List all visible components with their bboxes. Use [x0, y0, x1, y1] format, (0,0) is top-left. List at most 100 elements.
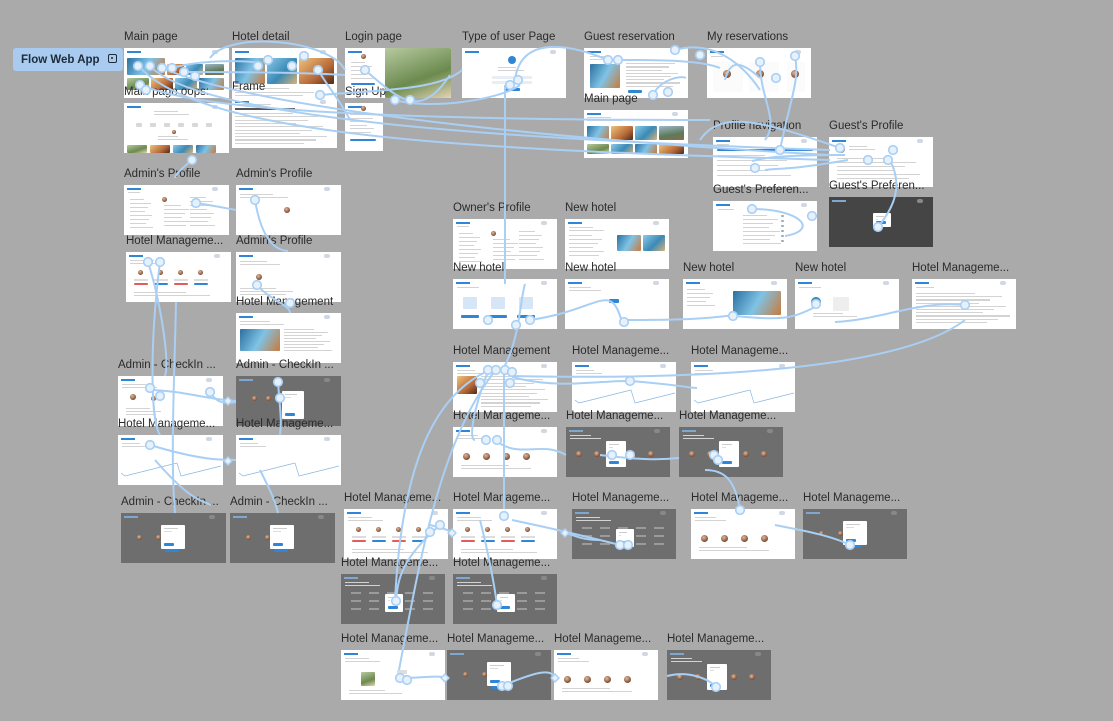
- text-line: [130, 199, 145, 201]
- header-avatar: [324, 187, 330, 191]
- app-logo: [456, 430, 470, 432]
- frame-content: [236, 252, 341, 302]
- type-icon: [519, 297, 533, 309]
- frame-label: Admin - CheckIn ...: [121, 496, 219, 508]
- screen-frame[interactable]: Guest reservation: [584, 31, 688, 98]
- select-button: [517, 315, 535, 318]
- avatar: [701, 535, 708, 542]
- header-avatar: [320, 100, 326, 104]
- screen-frame[interactable]: Guest's Preferen...: [713, 184, 817, 251]
- hotspot-node[interactable]: [186, 154, 198, 166]
- text-line: [590, 59, 617, 61]
- screen-frame[interactable]: Hotel Management: [453, 345, 557, 412]
- screen-frame[interactable]: Frame: [232, 81, 337, 148]
- screen-frame[interactable]: Admin - CheckIn ...: [230, 496, 335, 563]
- header-avatar: [550, 50, 556, 54]
- screen-frame[interactable]: Hotel Manageme...: [453, 557, 557, 624]
- text-line: [916, 309, 995, 311]
- screen-frame[interactable]: Guest's Preferen...: [829, 180, 933, 247]
- text-line: [190, 197, 206, 199]
- text-line: [743, 219, 779, 221]
- card-tag: [134, 283, 148, 285]
- avatar: [749, 674, 755, 680]
- flow-starting-point[interactable]: Flow Web App: [13, 48, 123, 71]
- text-line: [457, 517, 481, 519]
- text-line: [837, 162, 917, 164]
- frame-content: [232, 98, 337, 148]
- screen-frame[interactable]: Main page: [584, 93, 688, 158]
- screen-frame[interactable]: Main page oops:: [124, 86, 229, 153]
- text-line: [493, 247, 515, 249]
- text-line: [695, 517, 716, 519]
- screen-frame[interactable]: Hotel Manageme...: [667, 633, 771, 700]
- avatar: [356, 527, 361, 532]
- screen-frame[interactable]: Admin's Profile: [236, 168, 341, 235]
- app-logo: [347, 512, 361, 514]
- screen-frame[interactable]: Hotel Manageme...: [691, 345, 795, 412]
- screen-frame[interactable]: Hotel Manageme...: [453, 492, 557, 559]
- screen-frame[interactable]: New hotel: [453, 262, 557, 329]
- continue-button: [506, 88, 520, 91]
- globe-icon: [811, 297, 821, 307]
- avatar: [503, 453, 510, 460]
- screen-frame[interactable]: Hotel Manageme...: [554, 633, 658, 700]
- text-line: [457, 435, 478, 437]
- toggle: [781, 220, 784, 222]
- text-line: [348, 520, 384, 522]
- app-logo: [670, 653, 684, 655]
- text-line: [916, 302, 979, 304]
- modal-text: [876, 219, 878, 221]
- app-logo: [235, 101, 249, 103]
- screen-frame[interactable]: Hotel Manageme...: [912, 262, 1016, 329]
- screen-frame[interactable]: Admin's Profile: [236, 235, 341, 302]
- screen-frame[interactable]: Hotel Manageme...: [803, 492, 907, 559]
- text-line: [284, 341, 330, 343]
- screen-frame[interactable]: Hotel Manageme...: [447, 633, 551, 700]
- frame-label: Main page: [124, 31, 178, 43]
- text-line: [164, 221, 190, 223]
- screen-frame[interactable]: Hotel Manageme...: [344, 492, 448, 559]
- frame-label: New hotel: [565, 262, 617, 274]
- screen-frame[interactable]: My reservations: [707, 31, 811, 98]
- modal-button: [273, 543, 283, 546]
- text-line: [130, 207, 149, 209]
- screen-frame[interactable]: Type of user Page: [462, 31, 566, 98]
- grid-cell: [481, 608, 491, 610]
- text-line: [717, 144, 729, 146]
- app-logo: [233, 516, 247, 518]
- hotel-photo: [127, 58, 165, 75]
- screen-frame[interactable]: Profile navigation: [713, 120, 817, 187]
- screen-frame[interactable]: Hotel Manageme...: [236, 418, 341, 485]
- screen-frame[interactable]: Hotel Manageme...: [341, 557, 445, 624]
- text-line: [576, 373, 603, 375]
- text-line: [349, 693, 402, 695]
- header-avatar: [672, 112, 678, 116]
- header-avatar: [214, 254, 220, 258]
- screen-frame[interactable]: New hotel: [683, 262, 787, 329]
- screen-frame[interactable]: Hotel Manageme...: [118, 418, 223, 485]
- screen-frame[interactable]: New hotel: [795, 262, 899, 329]
- screen-frame[interactable]: Hotel Manageme...: [341, 633, 445, 700]
- modal-dialog: [719, 441, 739, 467]
- screen-frame[interactable]: Hotel Manageme...: [572, 345, 676, 412]
- screen-frame[interactable]: Admin - CheckIn ...: [121, 496, 226, 563]
- screen-frame[interactable]: Admin's Profile: [124, 168, 229, 235]
- text-line: [743, 239, 771, 241]
- hotspot-node[interactable]: [694, 49, 706, 61]
- screen-frame[interactable]: Hotel Manageme...: [679, 410, 783, 477]
- frame-content: [453, 362, 557, 412]
- screen-frame[interactable]: Hotel Manageme...: [453, 410, 557, 477]
- screen-frame[interactable]: Hotel Management: [236, 296, 341, 363]
- screen-frame[interactable]: Hotel Manageme...: [691, 492, 795, 559]
- text-line: [687, 297, 710, 299]
- text-line: [190, 209, 207, 211]
- screen-frame[interactable]: New hotel: [565, 262, 669, 329]
- text-line: [569, 227, 593, 229]
- app-logo: [575, 365, 589, 367]
- text-line: [569, 230, 605, 232]
- screen-frame[interactable]: Hotel Manageme...: [566, 410, 670, 477]
- screen-frame[interactable]: Hotel Manageme...: [572, 492, 676, 559]
- screen-frame[interactable]: Hotel Manageme...: [126, 235, 231, 302]
- screen-frame[interactable]: Sign Up: [345, 86, 386, 151]
- header-avatar: [212, 105, 218, 109]
